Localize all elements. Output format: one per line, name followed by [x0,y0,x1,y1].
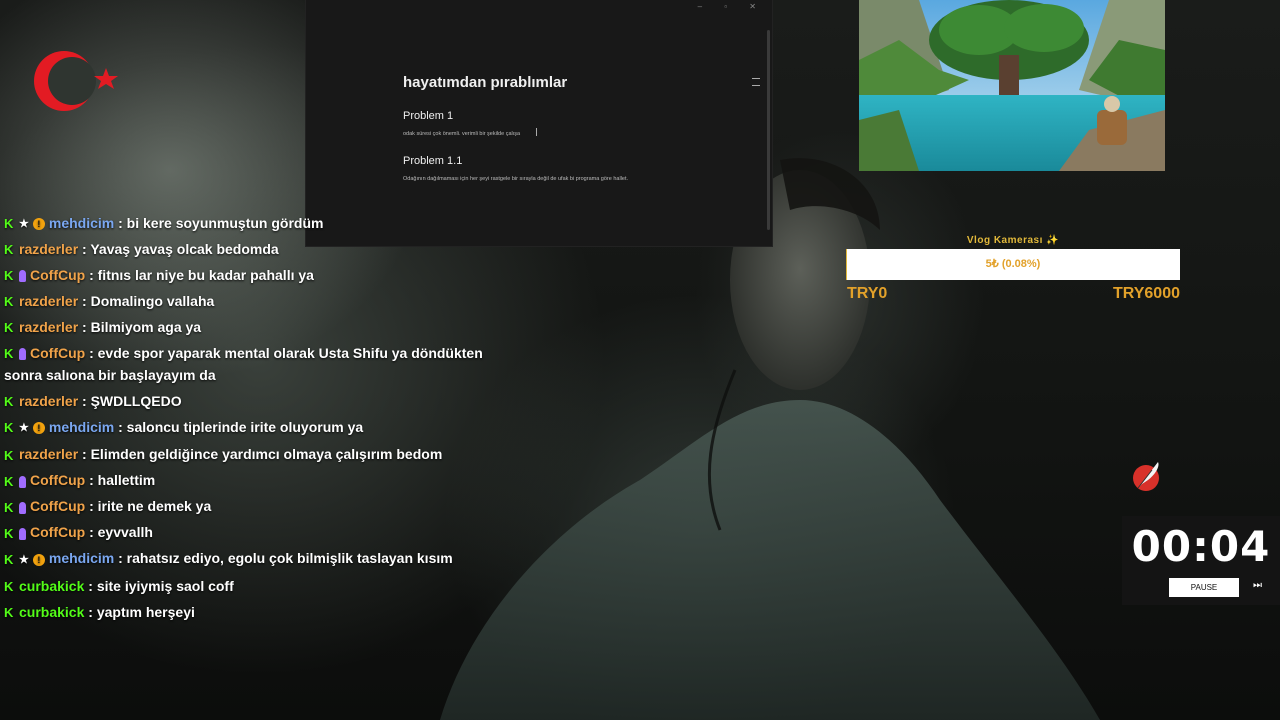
kick-badge-icon: K [4,525,14,541]
chat-text: : Domalingo vallaha [78,293,215,309]
chat-message: K ★! mehdicim : bi kere soyunmuştun gördüm [4,216,524,236]
chat-text: : rahatsız ediyo, egolu çok bilmişlik ta… [114,550,453,567]
notes-body-problem-1[interactable]: odak süresi çok önemli. verimli bir şeki… [403,131,520,137]
chat-username[interactable]: razderler [19,393,78,409]
chat-text: : eyvvallh [85,524,153,541]
subscriber-badge-icon [19,527,26,540]
text-cursor [536,128,537,136]
subscriber-badge-icon [19,501,26,514]
chat-username[interactable]: razderler [19,446,78,462]
chat-message: K CoffCup : evde spor yaparak mental olar… [4,340,524,388]
chat-text: : Bilmiyom aga ya [78,319,202,335]
stream-timer: 00:04 PAUSE ⏭ [1122,516,1280,605]
moderator-badge-icon: ! [32,553,45,566]
kick-badge-icon: K [4,394,14,410]
donation-goal-min: TRY0 [847,285,888,302]
skip-next-icon[interactable]: ⏭ [1253,580,1262,591]
chat-username[interactable]: curbakick [19,604,84,620]
chat-text: : irite ne demek ya [85,498,212,515]
landscape-image [859,0,1165,171]
kick-badge-icon: K [4,473,14,489]
chat-message: K ★! mehdicim : rahatsız ediyo, egolu çok … [4,545,524,572]
chat-username[interactable]: razderler [19,293,78,309]
chat-message: Krazderler : ŞWDLLQEDO [4,388,524,414]
kick-badge-icon: K [4,447,14,463]
notes-window: – ▫ ✕ hayatımdan pırablımlar Problem 1 o… [306,0,772,246]
chat-username[interactable]: CoffCup [30,267,85,283]
donation-goal-bar: 5₺ (0.08%) [846,249,1180,280]
chat-text: : fitnıs lar niye bu kadar pahallı ya [85,267,314,283]
chat-text: : Elimden geldiğince yardımcı olmaya çal… [78,446,443,463]
chat-username[interactable]: mehdicim [49,550,114,566]
notes-heading-problem-1: Problem 1 [403,110,454,122]
donation-goal-progress-label: 5₺ (0.08%) [985,258,1041,270]
subscriber-badge-icon [19,475,26,488]
chat-text: : hallettim [85,472,156,489]
chat-username[interactable]: CoffCup [30,472,85,488]
kick-badge-icon: K [4,294,14,310]
kick-badge-icon: K [4,216,14,232]
kick-badge-icon: K [4,578,14,594]
chat-username[interactable]: razderler [19,319,78,335]
timer-display: 00:04 [1131,522,1271,571]
chat-message: K CoffCup : eyvvallh [4,519,524,545]
chat-message: Kcurbakick : yaptım herşeyi [4,599,524,625]
pause-button[interactable]: PAUSE [1169,578,1239,597]
chat-username[interactable]: mehdicim [49,216,114,231]
notes-scrollbar[interactable] [767,30,770,230]
chat-text: : saloncu tiplerinde irite oluyorum ya [114,419,364,435]
moderator-badge-icon: ! [32,422,45,435]
notes-menu-button[interactable] [752,78,760,86]
chat-message: Krazderler : Domalingo vallaha [4,288,524,314]
kick-badge-icon: K [4,242,14,258]
notes-heading-problem-1-1: Problem 1.1 [403,155,463,167]
notes-title: hayatımdan pırablımlar [403,74,568,91]
quill-icon [1133,462,1159,491]
chat-username[interactable]: CoffCup [30,345,85,361]
subscriber-badge-icon [19,270,26,283]
chat-text: : site iyiymiş saol coff [84,577,234,594]
kick-badge-icon: K [4,320,14,336]
chat-text: : ŞWDLLQEDO [78,393,182,409]
chat-message: Krazderler : Elimden geldiğince yardımcı… [4,441,524,467]
chat-message: K CoffCup : irite ne demek ya [4,493,524,519]
kick-badge-icon: K [4,551,14,567]
turkish-flag-icon [34,51,118,111]
chat-text: : Yavaş yavaş olcak bedomda [78,241,279,257]
chat-username[interactable]: razderler [19,241,78,257]
donation-goal-title: Vlog Kamerası ✨ [966,235,1060,246]
chat-message: Kcurbakick : site iyiymiş saol coff [4,573,524,599]
donation-goal-max: TRY6000 [1113,285,1180,302]
notes-body-problem-1-1[interactable]: Odağının dağılmaması için her şeyi rastg… [403,176,628,182]
kick-badge-icon: K [4,499,14,515]
chat-message: K CoffCup : hallettim [4,467,524,493]
chat-overlay: K ★! mehdicim : bi kere soyunmuştun gördüm… [4,216,524,625]
chat-message: Krazderler : Bilmiyom aga ya [4,314,524,340]
star-badge-icon: ★ [19,422,29,435]
chat-message: Krazderler : Yavaş yavaş olcak bedomda [4,236,524,262]
chat-username[interactable]: CoffCup [30,498,85,514]
chat-username[interactable]: mehdicim [49,419,114,435]
chat-text: : bi kere soyunmuştun gördüm [114,216,324,231]
window-controls[interactable]: – ▫ ✕ [698,2,766,11]
kick-badge-icon: K [4,268,14,284]
chat-username[interactable]: CoffCup [30,524,85,540]
chat-message: K ★! mehdicim : saloncu tiplerinde irite o… [4,414,524,441]
kick-badge-icon: K [4,346,14,362]
star-badge-icon: ★ [19,553,29,566]
star-badge-icon: ★ [19,218,29,231]
kick-badge-icon: K [4,420,14,436]
subscriber-badge-icon [19,348,26,361]
kick-badge-icon: K [4,604,14,620]
chat-text: : yaptım herşeyi [84,603,195,620]
chat-message: K CoffCup : fitnıs lar niye bu kadar paha… [4,262,524,288]
chat-username[interactable]: curbakick [19,578,84,594]
moderator-badge-icon: ! [32,218,45,231]
